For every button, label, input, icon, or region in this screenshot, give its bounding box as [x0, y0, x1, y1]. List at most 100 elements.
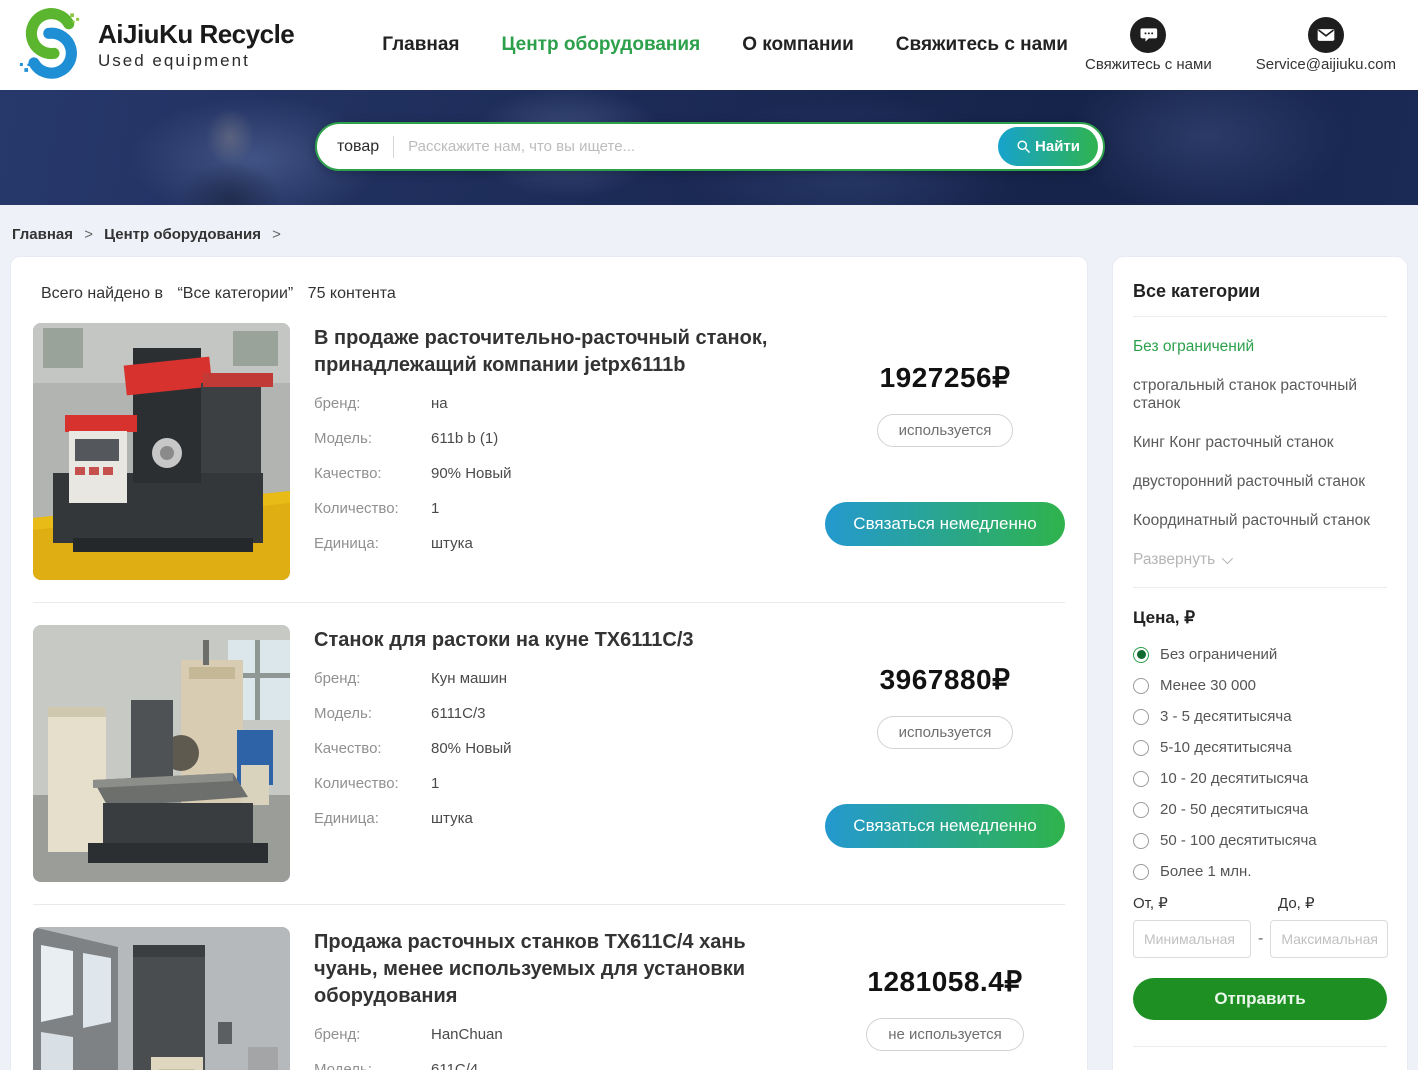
- price-option[interactable]: 10 - 20 десятитысяча: [1133, 770, 1387, 787]
- product-info: Станок для растоки на куне TX6111C/3 бре…: [314, 625, 806, 882]
- product-actions: 3967880₽ используется Связаться немедлен…: [825, 625, 1065, 882]
- category-item[interactable]: Кинг Конг расточный станок: [1133, 434, 1387, 452]
- product-info: Продажа расточных станков TX611C/4 хань …: [314, 927, 806, 1070]
- product-list-card: Всего найдено в “Все категории” 75 конте…: [10, 256, 1088, 1070]
- category-item[interactable]: Координатный расточный станок: [1133, 512, 1387, 530]
- status-badge: используется: [877, 716, 1014, 749]
- contact-email[interactable]: Service@aijiuku.com: [1256, 17, 1396, 73]
- results-prefix: Всего найдено в: [41, 285, 163, 302]
- header: AiJiuKu Recycle Used equipment Главная Ц…: [0, 0, 1418, 90]
- spec-label: Модель:: [314, 1061, 431, 1070]
- price-option[interactable]: Более 1 млн.: [1133, 863, 1387, 880]
- product-actions: 1281058.4₽ не используется: [825, 927, 1065, 1070]
- product-actions: 1927256₽ используется Связаться немедлен…: [825, 323, 1065, 580]
- sidebar-filters: Все категории Без ограничений строгальны…: [1112, 256, 1408, 1070]
- breadcrumb-separator: >: [84, 226, 93, 243]
- radio-icon: [1133, 678, 1149, 694]
- results-count: 75 контента: [308, 285, 396, 302]
- spec-value: 80% Новый: [431, 740, 512, 757]
- radio-label: Без ограничений: [1160, 646, 1277, 663]
- contact-email-label: Service@aijiuku.com: [1256, 56, 1396, 73]
- product-price: 3967880₽: [880, 663, 1011, 696]
- product-row-3: Продажа расточных станков TX611C/4 хань …: [33, 904, 1065, 1070]
- chevron-down-icon: [1222, 553, 1233, 564]
- nav-equipment-center[interactable]: Центр оборудования: [502, 34, 701, 56]
- spec-value: штука: [431, 810, 473, 827]
- breadcrumb-home[interactable]: Главная: [12, 226, 73, 243]
- spec-value: HanChuan: [431, 1026, 503, 1043]
- nav-home[interactable]: Главная: [382, 34, 459, 56]
- product-image[interactable]: [33, 927, 290, 1070]
- spec-label: Качество:: [314, 740, 431, 757]
- breadcrumb-section[interactable]: Центр оборудования: [104, 226, 261, 243]
- search-button[interactable]: Найти: [998, 127, 1098, 166]
- categories-title: Все категории: [1133, 281, 1387, 302]
- product-price: 1281058.4₽: [867, 965, 1022, 998]
- nav-about[interactable]: О компании: [742, 34, 854, 56]
- divider: [1133, 316, 1387, 317]
- brand-tagline: Used equipment: [98, 51, 294, 71]
- product-title[interactable]: Продажа расточных станков TX611C/4 хань …: [314, 929, 806, 1010]
- breadcrumb-separator: >: [272, 226, 281, 243]
- product-title[interactable]: В продаже расточительно-расточный станок…: [314, 325, 806, 379]
- product-row-1: В продаже расточительно-расточный станок…: [33, 317, 1065, 602]
- category-item[interactable]: двусторонний расточный станок: [1133, 473, 1387, 491]
- spec-value: Кун машин: [431, 670, 507, 687]
- product-image[interactable]: [33, 625, 290, 882]
- divider: [1133, 1046, 1387, 1047]
- spec-label: бренд:: [314, 670, 431, 687]
- spec-label: Единица:: [314, 810, 431, 827]
- price-option[interactable]: Менее 30 000: [1133, 677, 1387, 694]
- radio-label: 10 - 20 десятитысяча: [1160, 770, 1308, 787]
- hero-photo: [150, 108, 310, 205]
- radio-checked-icon: [1133, 647, 1149, 663]
- radio-icon: [1133, 771, 1149, 787]
- radio-label: Менее 30 000: [1160, 677, 1256, 694]
- header-contacts: Свяжитесь с нами Service@aijiuku.com: [1085, 17, 1404, 73]
- radio-icon: [1133, 802, 1149, 818]
- brand-logo[interactable]: AiJiuKu Recycle Used equipment: [14, 6, 294, 85]
- search-category-dropdown[interactable]: товар: [337, 138, 379, 156]
- spec-value: 611C/4: [431, 1061, 478, 1070]
- product-image[interactable]: [33, 323, 290, 580]
- results-summary: Всего найдено в “Все категории” 75 конте…: [33, 273, 1065, 317]
- nav-contact[interactable]: Свяжитесь с нами: [896, 34, 1068, 56]
- submit-filter-button[interactable]: Отправить: [1133, 978, 1387, 1020]
- search-input[interactable]: [408, 138, 998, 155]
- price-option-no-limit[interactable]: Без ограничений: [1133, 646, 1387, 663]
- price-option[interactable]: 5-10 десятитысяча: [1133, 739, 1387, 756]
- spec-value: 1: [431, 775, 439, 792]
- price-filter-title: Цена, ₽: [1133, 608, 1387, 628]
- radio-label: 20 - 50 десятитысяча: [1160, 801, 1308, 818]
- category-item[interactable]: строгальный станок расточный станок: [1133, 377, 1387, 413]
- price-option[interactable]: 50 - 100 десятитысяча: [1133, 832, 1387, 849]
- spec-value: 1: [431, 500, 439, 517]
- radio-icon: [1133, 709, 1149, 725]
- product-price: 1927256₽: [880, 361, 1011, 394]
- contact-now-button[interactable]: Связаться немедленно: [825, 502, 1065, 546]
- search-button-label: Найти: [1035, 138, 1080, 155]
- radio-label: 50 - 100 десятитысяча: [1160, 832, 1317, 849]
- expand-categories-link[interactable]: Развернуть: [1133, 551, 1387, 569]
- status-badge: используется: [877, 414, 1014, 447]
- contact-now-button[interactable]: Связаться немедленно: [825, 804, 1065, 848]
- price-option[interactable]: 3 - 5 десятитысяча: [1133, 708, 1387, 725]
- spec-label: Единица:: [314, 535, 431, 552]
- to-label: До, ₽: [1278, 894, 1315, 912]
- min-price-input[interactable]: [1133, 920, 1251, 958]
- category-item-all[interactable]: Без ограничений: [1133, 338, 1387, 356]
- hero-banner: товар Найти: [0, 90, 1418, 205]
- search-icon: [1016, 139, 1031, 154]
- max-price-input[interactable]: [1270, 920, 1388, 958]
- contact-chat-label: Свяжитесь с нами: [1085, 56, 1212, 73]
- spec-label: Количество:: [314, 775, 431, 792]
- contact-chat[interactable]: Свяжитесь с нами: [1085, 17, 1212, 73]
- from-label: От, ₽: [1133, 894, 1278, 912]
- spec-value: на: [431, 395, 448, 412]
- price-option[interactable]: 20 - 50 десятитысяча: [1133, 801, 1387, 818]
- product-title[interactable]: Станок для растоки на куне TX6111C/3: [314, 627, 806, 654]
- divider: [1133, 587, 1387, 588]
- spec-label: бренд:: [314, 395, 431, 412]
- range-labels: От, ₽ До, ₽: [1133, 894, 1387, 912]
- chat-icon: [1130, 17, 1166, 53]
